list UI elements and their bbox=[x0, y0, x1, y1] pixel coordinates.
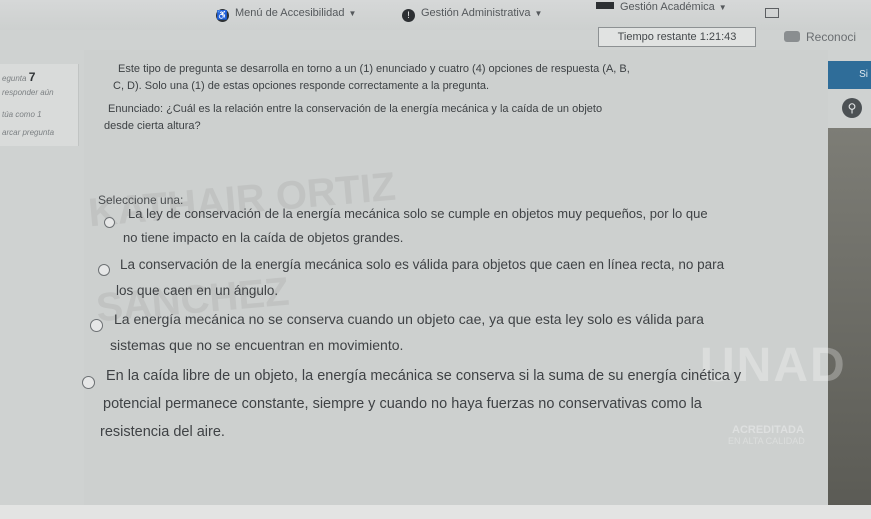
academic-management-menu[interactable]: Gestión Académica ▼ bbox=[596, 1, 727, 13]
question-number: 7 bbox=[28, 70, 36, 84]
admin-management-menu[interactable]: ! Gestión Administrativa ▼ bbox=[402, 7, 542, 22]
recognition-link[interactable]: Reconoci bbox=[784, 30, 856, 44]
chevron-down-icon: ▼ bbox=[534, 9, 543, 18]
radio-option-a[interactable] bbox=[104, 217, 115, 228]
instruction-line-1: Este tipo de pregunta se desarrolla en t… bbox=[118, 63, 630, 75]
radio-option-c[interactable] bbox=[90, 319, 103, 332]
option-a-line-1: La ley de conservación de la energía mec… bbox=[128, 206, 708, 221]
option-b-line-2: los que caen en un ángulo. bbox=[116, 283, 279, 298]
top-navigation-bar: ♿ Menú de Accesibilidad ▼ ! Gestión Adminis… bbox=[0, 0, 871, 30]
radio-option-b[interactable] bbox=[98, 264, 110, 276]
accredited-watermark: ACREDITADA bbox=[732, 424, 804, 436]
answer-status: responder aún bbox=[2, 88, 54, 97]
user-icon[interactable]: ⚲ bbox=[842, 98, 862, 118]
option-d-line-2: potencial permanece constante, siempre y… bbox=[103, 396, 702, 412]
instruction-line-2: C, D). Solo una (1) de estas opciones re… bbox=[113, 80, 490, 92]
question-label: egunta 7 bbox=[2, 70, 36, 84]
unad-watermark-logo: UNAD bbox=[700, 339, 847, 392]
option-c-line-2: sistemas que no se encuentran en movimie… bbox=[110, 337, 404, 353]
flag-question-link[interactable]: arcar pregunta bbox=[2, 128, 54, 137]
chevron-down-icon: ▼ bbox=[348, 9, 357, 18]
option-c-line-1: La energía mecánica no se conserva cuand… bbox=[114, 311, 704, 327]
option-b-line-1: La conservación de la energía mecánica s… bbox=[120, 257, 725, 272]
badge-icon bbox=[784, 31, 800, 42]
bottom-strip bbox=[0, 505, 871, 519]
radio-option-d[interactable] bbox=[82, 376, 95, 389]
option-d-line-1: En la caída libre de un objeto, la energ… bbox=[106, 368, 742, 384]
option-a-line-2: no tiene impacto en la caída de objetos … bbox=[123, 230, 404, 245]
select-one-label: Seleccione una: bbox=[98, 193, 184, 207]
quality-watermark: EN ALTA CALIDAD bbox=[728, 436, 805, 446]
time-remaining: Tiempo restante 1:21:43 bbox=[598, 27, 756, 47]
statement-line-2: desde cierta altura? bbox=[104, 120, 201, 132]
accessibility-icon: ♿ bbox=[216, 9, 229, 22]
graduation-cap-icon bbox=[596, 2, 614, 9]
accessibility-menu[interactable]: ♿ Menú de Accesibilidad ▼ bbox=[216, 7, 356, 22]
mail-icon[interactable] bbox=[765, 8, 779, 18]
question-info-panel: egunta 7 responder aún túa como 1 arcar … bbox=[0, 64, 79, 146]
option-d-line-3: resistencia del aire. bbox=[100, 424, 225, 440]
chevron-down-icon: ▼ bbox=[718, 3, 727, 12]
info-icon: ! bbox=[402, 9, 415, 22]
statement-line-1: Enunciado: ¿Cuál es la relación entre la… bbox=[108, 103, 603, 115]
question-score: túa como 1 bbox=[2, 110, 42, 119]
